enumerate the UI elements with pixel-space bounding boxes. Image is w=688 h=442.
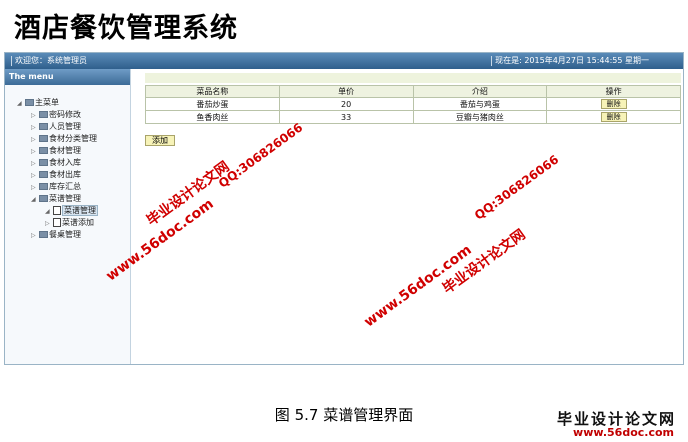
dish-name-cell: 番茄炒蛋: [145, 97, 280, 111]
column-header: 单价: [278, 85, 414, 98]
sidebar-item-label: 食材出库: [49, 170, 81, 179]
folder-icon: [39, 183, 48, 190]
datetime-text: 现在是: 2015年4月27日 15:44:55 星期一: [491, 53, 649, 69]
delete-button[interactable]: 删除: [600, 99, 627, 109]
column-header: 菜品名称: [145, 85, 280, 98]
folder-icon: [39, 111, 48, 118]
expand-icon[interactable]: ▷: [31, 158, 39, 169]
footer-logo: 毕业设计论文网 www.56doc.com: [512, 408, 682, 440]
folder-icon: [39, 147, 48, 154]
table-row: 鱼香肉丝 33 豆瓣与猪肉丝 删除: [145, 110, 681, 124]
sidebar-item-menu-manage[interactable]: ◢ 菜谱管理: [45, 205, 98, 216]
expand-icon[interactable]: ▷: [45, 218, 53, 229]
folder-icon: [39, 159, 48, 166]
divider: [11, 55, 12, 66]
sidebar-item-label: 菜谱管理: [62, 205, 98, 216]
toolbar-strip: [145, 73, 681, 83]
datetime-label: 现在是: 2015年4月27日 15:44:55 星期一: [495, 56, 649, 65]
sidebar-title: The menu: [5, 69, 130, 85]
sidebar-item-label: 密码修改: [49, 110, 81, 119]
folder-icon: [39, 231, 48, 238]
table-header-row: 菜品名称 单价 介绍 操作: [145, 85, 681, 98]
document-title: 酒店餐饮管理系统: [14, 13, 238, 44]
page-icon: [53, 206, 61, 215]
folder-icon: [39, 123, 48, 130]
expand-icon[interactable]: ▷: [31, 230, 39, 241]
main-content: 菜品名称 单价 介绍 操作 番茄炒蛋 20 番茄与鸡蛋 删除 鱼香肉丝 33 豆…: [145, 73, 685, 146]
expand-icon[interactable]: ▷: [31, 146, 39, 157]
action-cell: 删除: [546, 110, 681, 124]
welcome-text: 欢迎您：系统管理员: [11, 53, 87, 69]
expand-icon[interactable]: ▷: [31, 182, 39, 193]
price-cell: 20: [278, 97, 414, 111]
table-row: 番茄炒蛋 20 番茄与鸡蛋 删除: [145, 97, 681, 111]
collapse-icon[interactable]: ◢: [31, 194, 39, 205]
expand-icon[interactable]: ▷: [31, 110, 39, 121]
add-dish-button[interactable]: 添加: [145, 135, 175, 146]
column-header: 介绍: [412, 85, 548, 98]
dish-table: 菜品名称 单价 介绍 操作 番茄炒蛋 20 番茄与鸡蛋 删除 鱼香肉丝 33 豆…: [145, 85, 681, 124]
sidebar-item-label: 菜谱管理: [49, 194, 81, 203]
top-status-bar: 欢迎您：系统管理员 现在是: 2015年4月27日 15:44:55 星期一: [5, 53, 683, 69]
sidebar-item-stock-out[interactable]: ▷ 食材出库: [31, 169, 81, 180]
sidebar-item-stock-in[interactable]: ▷ 食材入库: [31, 157, 81, 168]
folder-icon: [25, 99, 34, 106]
sidebar-item-label: 主菜单: [35, 98, 59, 107]
page-icon: [53, 218, 61, 227]
collapse-icon[interactable]: ◢: [45, 206, 53, 217]
sidebar-item-root[interactable]: ◢ 主菜单: [17, 97, 59, 108]
sidebar-item-label: 库存汇总: [49, 182, 81, 191]
sidebar-item-ingredients[interactable]: ▷ 食材管理: [31, 145, 81, 156]
sidebar-item-menu-add[interactable]: ▷ 菜谱添加: [45, 217, 94, 228]
divider: [491, 55, 493, 66]
sidebar-item-label: 餐桌管理: [49, 230, 81, 239]
sidebar-item-label: 食材入库: [49, 158, 81, 167]
sidebar-item-password[interactable]: ▷ 密码修改: [31, 109, 81, 120]
collapse-icon[interactable]: ◢: [17, 98, 25, 109]
expand-icon[interactable]: ▷: [31, 134, 39, 145]
sidebar-item-label: 食材管理: [49, 146, 81, 155]
app-window: 欢迎您：系统管理员 现在是: 2015年4月27日 15:44:55 星期一 T…: [4, 52, 684, 365]
sidebar-item-staff[interactable]: ▷ 人员管理: [31, 121, 81, 132]
folder-icon: [39, 195, 48, 202]
sidebar-item-label: 菜谱添加: [62, 218, 94, 227]
action-cell: 删除: [546, 97, 681, 111]
sidebar-item-label: 食材分类管理: [49, 134, 97, 143]
welcome-label: 欢迎您：系统管理员: [15, 56, 87, 65]
sidebar-item-menu-group[interactable]: ◢ 菜谱管理: [31, 193, 81, 204]
expand-icon[interactable]: ▷: [31, 122, 39, 133]
folder-icon: [39, 171, 48, 178]
description-cell: 番茄与鸡蛋: [412, 97, 548, 111]
sidebar-item-inventory-summary[interactable]: ▷ 库存汇总: [31, 181, 81, 192]
sidebar-item-tables[interactable]: ▷ 餐桌管理: [31, 229, 81, 240]
logo-site-text: www.56doc.com: [573, 426, 674, 439]
expand-icon[interactable]: ▷: [31, 170, 39, 181]
price-cell: 33: [278, 110, 414, 124]
delete-button[interactable]: 删除: [600, 112, 627, 122]
description-cell: 豆瓣与猪肉丝: [412, 110, 548, 124]
dish-name-cell: 鱼香肉丝: [145, 110, 280, 124]
sidebar-item-ingredient-category[interactable]: ▷ 食材分类管理: [31, 133, 97, 144]
folder-icon: [39, 135, 48, 142]
sidebar: The menu ◢ 主菜单 ▷ 密码修改 ▷ 人员管理 ▷ 食材分类管理 ▷ 食材管理: [5, 69, 131, 364]
sidebar-item-label: 人员管理: [49, 122, 81, 131]
column-header: 操作: [546, 85, 681, 98]
